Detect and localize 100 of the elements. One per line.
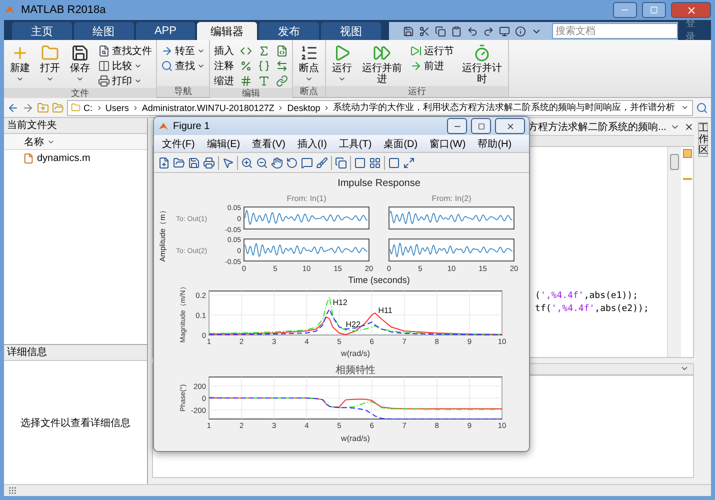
menu-item[interactable]: 文件(F) bbox=[162, 136, 195, 150]
warning-marker bbox=[682, 178, 692, 180]
ribbon-button[interactable]: 插入 bbox=[214, 44, 234, 58]
path-segment[interactable]: 系统动力学的大作业，利用状态方程方法求解二阶系统的频响与时间响应，并作谱分析 bbox=[333, 101, 676, 114]
maximize-button[interactable] bbox=[642, 2, 666, 18]
indent-icon bbox=[276, 60, 288, 72]
ribbon-button[interactable]: 保存 bbox=[68, 44, 92, 88]
ribbon-button[interactable]: 断点 bbox=[297, 44, 321, 86]
ribbon-tab[interactable]: 视图 bbox=[320, 22, 381, 40]
percent-icon bbox=[240, 60, 252, 72]
axis-label: Time (seconds) bbox=[348, 275, 410, 285]
ribbon-button[interactable]: 转至 bbox=[161, 44, 205, 58]
breakpoints-icon bbox=[300, 44, 318, 62]
menu-item[interactable]: 插入(I) bbox=[297, 136, 327, 150]
restore-icon bbox=[478, 122, 484, 130]
printer-icon bbox=[203, 156, 215, 168]
path-segment[interactable]: Administrator.WIN7U-20180127Z bbox=[142, 102, 274, 112]
ribbon-button[interactable]: 查找 bbox=[161, 59, 205, 73]
panel-title: 当前文件夹 bbox=[4, 118, 148, 134]
close-icon bbox=[686, 4, 696, 16]
close-button[interactable] bbox=[671, 2, 711, 18]
axis-label: w(rad/s) bbox=[341, 349, 370, 358]
copy-icon bbox=[434, 26, 446, 36]
column-label: From: In(2) bbox=[432, 194, 472, 203]
close-icon bbox=[684, 122, 694, 132]
details-message: 选择文件以查看详细信息 bbox=[20, 416, 131, 430]
ribbon-tab[interactable]: 主页 bbox=[12, 22, 72, 40]
chevron-icon bbox=[96, 104, 102, 112]
workspace-tab[interactable]: 工作区 bbox=[698, 122, 708, 157]
panel-title: 详细信息 bbox=[4, 345, 148, 361]
menu-item[interactable]: 编辑(E) bbox=[206, 136, 240, 150]
ribbon-tab[interactable]: APP bbox=[136, 22, 196, 40]
menu-item[interactable]: 窗口(W) bbox=[430, 136, 466, 150]
path-segment[interactable]: Desktop bbox=[287, 102, 320, 112]
scrollbar[interactable] bbox=[667, 147, 682, 357]
ribbon-button[interactable]: 缩进 bbox=[214, 74, 234, 88]
menu-item[interactable]: 桌面(D) bbox=[384, 136, 418, 150]
ribbon-button[interactable]: 比较 bbox=[98, 59, 152, 73]
menu-item[interactable]: 查看(V) bbox=[252, 136, 286, 150]
folder-icon bbox=[173, 156, 185, 168]
hash-icon bbox=[240, 75, 252, 87]
maximize-icon bbox=[650, 6, 658, 14]
grip-icon bbox=[8, 486, 17, 495]
ribbon-tab[interactable]: 绘图 bbox=[74, 22, 134, 40]
ribbon-button[interactable]: 运行并计时 bbox=[460, 44, 504, 86]
group-label: 断点 bbox=[293, 86, 325, 97]
ribbon-button[interactable]: 打印 bbox=[98, 74, 152, 88]
paste-icon bbox=[450, 26, 462, 36]
file-code-icon bbox=[276, 45, 288, 57]
search-field[interactable]: 搜索文档 bbox=[552, 23, 678, 39]
close-button[interactable] bbox=[495, 118, 525, 134]
file-search-icon bbox=[98, 45, 110, 57]
window-icon bbox=[498, 26, 510, 36]
advance-icon bbox=[410, 60, 422, 72]
ribbon-button[interactable]: 打开 bbox=[38, 44, 62, 88]
folder-icon bbox=[71, 102, 80, 113]
ribbon-button[interactable]: 查找文件 bbox=[98, 44, 152, 58]
help-icon bbox=[514, 26, 526, 36]
figure-title: Figure 1 bbox=[173, 120, 211, 132]
caret-icon bbox=[681, 103, 689, 112]
ribbon-button[interactable]: 前进 bbox=[410, 59, 454, 73]
chart-title: Impulse Response bbox=[338, 178, 420, 189]
curve-label: H12 bbox=[332, 298, 348, 307]
path-field[interactable]: C: Users Administrator.WIN7U-20180127Z Desktop 系统动力学的大作业，利用状态方程方法求解二阶系统的频响与时间响应，并作谱分析 bbox=[67, 100, 693, 116]
ribbon-button[interactable]: 新建 bbox=[8, 44, 32, 88]
back-icon bbox=[7, 102, 19, 114]
save-icon bbox=[188, 156, 200, 168]
path-segment[interactable]: C: bbox=[84, 102, 92, 112]
ribbon-button[interactable]: 运行 bbox=[330, 44, 354, 86]
redo-icon bbox=[482, 26, 494, 36]
save-icon bbox=[402, 26, 414, 36]
compare-icon bbox=[98, 60, 110, 72]
path-segment[interactable]: Users bbox=[105, 102, 129, 112]
status-marker bbox=[682, 149, 692, 158]
restore-button[interactable] bbox=[471, 118, 491, 134]
file-item[interactable]: dynamics.m bbox=[7, 153, 144, 164]
minimize-button[interactable] bbox=[613, 2, 637, 18]
menu-item[interactable]: 工具(T) bbox=[338, 136, 372, 150]
search-icon bbox=[161, 60, 173, 72]
ribbon-button[interactable]: 运行并前进 bbox=[360, 44, 404, 86]
arrow-icon bbox=[161, 45, 173, 57]
brush-icon bbox=[316, 156, 328, 168]
ribbon-tab[interactable]: 发布 bbox=[259, 22, 319, 40]
ribbon-button[interactable]: 注释 bbox=[214, 59, 234, 73]
menu-item[interactable]: 帮助(H) bbox=[478, 136, 512, 150]
search-icon bbox=[696, 102, 708, 114]
zoom-in-icon bbox=[241, 156, 253, 168]
printer-icon bbox=[98, 75, 110, 87]
curve-label: H22 bbox=[346, 320, 360, 329]
hand-icon bbox=[271, 156, 283, 168]
column-header[interactable]: 名称 bbox=[4, 134, 148, 150]
ribbon-button[interactable]: 运行节 bbox=[410, 44, 454, 58]
colorbar-icon bbox=[354, 156, 366, 168]
play-icon bbox=[333, 44, 351, 62]
code-line: (',%4.4f',abs(e1)); bbox=[535, 290, 640, 303]
ribbon-tab[interactable]: 编辑器 bbox=[197, 22, 258, 40]
group-label: 文件 bbox=[4, 88, 156, 99]
dock-icon bbox=[403, 156, 415, 168]
minimize-button[interactable] bbox=[447, 118, 467, 134]
code-line: tf(',%4.4f',abs(e2)); bbox=[535, 303, 650, 316]
